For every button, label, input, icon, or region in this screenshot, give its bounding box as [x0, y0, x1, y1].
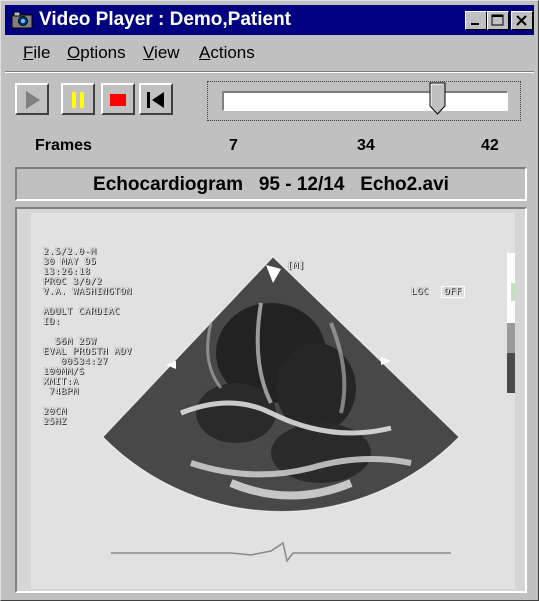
toolbar-separator: [5, 71, 534, 73]
slider-thumb[interactable]: [429, 82, 447, 116]
overlay-lgc-value: OFF: [441, 286, 465, 298]
frames-start: 7: [229, 137, 238, 154]
menu-view[interactable]: View: [143, 43, 180, 63]
menu-file[interactable]: File: [23, 43, 50, 63]
title-bar[interactable]: Video Player : Demo,Patient: [5, 5, 534, 35]
echo-video[interactable]: 2.5/2.0-M 30 MAY 95 13:26:18 PROC 3/0/2 …: [31, 213, 515, 589]
overlay-top-marker: [M]: [287, 261, 305, 271]
maximize-button[interactable]: [487, 11, 509, 30]
video-player-window: Video Player : Demo,Patient File Options…: [0, 0, 539, 601]
menu-options[interactable]: Options: [67, 43, 126, 63]
slider-track[interactable]: [222, 91, 508, 111]
overlay-info: 2.5/2.0-M 30 MAY 95 13:26:18 PROC 3/0/2 …: [43, 247, 132, 427]
rewind-button[interactable]: [139, 83, 173, 115]
frame-slider[interactable]: [207, 81, 521, 121]
overlay-lgc-label: LGC: [411, 287, 429, 297]
caption-bar: Echocardiogram 95 - 12/14 Echo2.avi: [15, 167, 527, 201]
frames-end: 42: [481, 137, 499, 154]
menu-actions[interactable]: Actions: [199, 43, 255, 63]
window-title: Video Player : Demo,Patient: [39, 9, 292, 30]
minimize-button[interactable]: [465, 11, 487, 30]
play-button[interactable]: [15, 83, 49, 115]
frames-label: Frames: [35, 137, 92, 154]
close-button[interactable]: [511, 11, 533, 30]
video-frame: 2.5/2.0-M 30 MAY 95 13:26:18 PROC 3/0/2 …: [15, 207, 527, 593]
video-caption: Echocardiogram 95 - 12/14 Echo2.avi: [93, 174, 449, 195]
stop-icon: [110, 94, 126, 106]
rewind-icon: [147, 92, 164, 108]
frames-current: 34: [357, 137, 375, 154]
camera-icon: [11, 11, 33, 29]
play-icon: [26, 91, 40, 109]
stop-button[interactable]: [101, 83, 135, 115]
pause-button[interactable]: [61, 83, 95, 115]
pause-icon: [72, 92, 84, 108]
